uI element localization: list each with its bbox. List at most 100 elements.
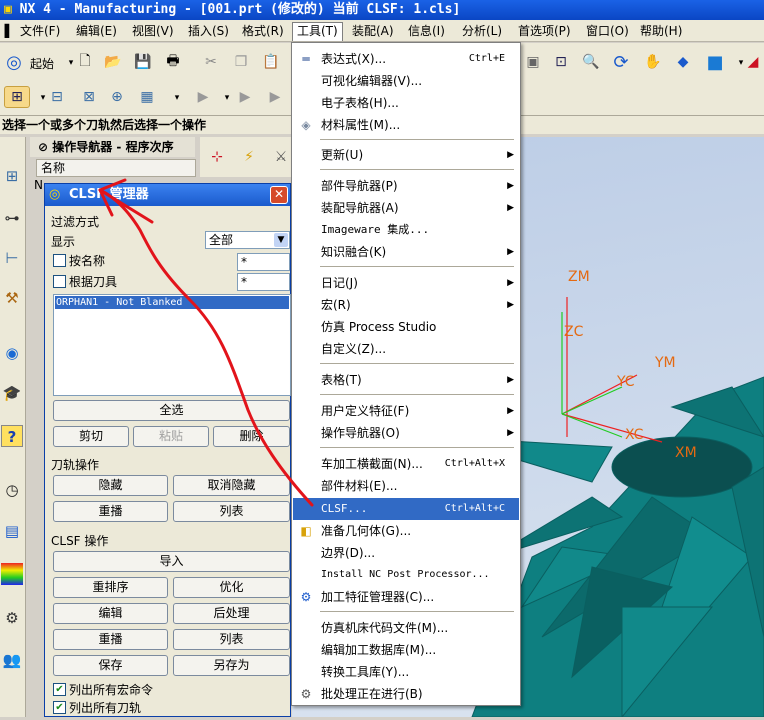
menu-item-user-defined-feature[interactable]: 用户定义特征(F) ▶ bbox=[293, 400, 519, 422]
dialog-close-button[interactable]: ✕ bbox=[270, 186, 288, 204]
replay-button[interactable]: 重播 bbox=[53, 501, 168, 522]
by-name-checkbox[interactable] bbox=[53, 254, 66, 267]
reorder-button[interactable]: 重排序 bbox=[53, 577, 168, 598]
menu-item-process-studio[interactable]: 仿真 Process Studio bbox=[293, 316, 519, 338]
menu-item-boundary[interactable]: 边界(D)... bbox=[293, 542, 519, 564]
method-view-icon[interactable]: ⊕ bbox=[106, 86, 128, 108]
menu-item-operation-navigator[interactable]: 操作导航器(O) ▶ bbox=[293, 422, 519, 444]
by-name-input[interactable]: * bbox=[237, 253, 290, 271]
zoom-window-icon[interactable]: ⊡ bbox=[550, 51, 572, 73]
training-icon[interactable]: 🎓 bbox=[1, 382, 23, 404]
list-paths-checkbox[interactable]: ✔ bbox=[53, 701, 66, 714]
help-icon[interactable]: ? bbox=[1, 425, 23, 447]
replay-path-icon[interactable]: ▶ bbox=[234, 86, 256, 108]
menu-file[interactable]: 文件(F) bbox=[16, 23, 64, 40]
list-macros-checkbox[interactable]: ✔ bbox=[53, 683, 66, 696]
menu-item-visual-editor[interactable]: 可视化编辑器(V)... bbox=[293, 70, 519, 92]
nav-tool-icon-3[interactable]: ⚔ bbox=[270, 146, 292, 168]
save-as-button[interactable]: 另存为 bbox=[173, 655, 290, 676]
machine-tool-view-icon[interactable]: ⊟ bbox=[46, 86, 68, 108]
menu-item-edit-machining-db[interactable]: 编辑加工数据库(M)... bbox=[293, 639, 519, 661]
menu-item-spreadsheet[interactable]: 电子表格(H)... bbox=[293, 92, 519, 114]
new-file-icon[interactable]: 🗋 bbox=[74, 51, 96, 73]
menu-help[interactable]: 帮助(H) bbox=[636, 23, 686, 40]
shaded-view-icon[interactable]: ◆ bbox=[672, 51, 694, 73]
part-color-icon[interactable]: ◢ bbox=[742, 51, 764, 73]
pan-icon[interactable]: ✋ bbox=[642, 51, 664, 73]
copy-icon[interactable]: ❐ bbox=[230, 51, 252, 73]
menu-item-assembly-navigator[interactable]: 装配导航器(A) ▶ bbox=[293, 197, 519, 219]
web-browser-icon[interactable]: ◉ bbox=[1, 342, 23, 364]
edit-button[interactable]: 编辑 bbox=[53, 603, 168, 624]
machine-navigator-icon[interactable]: ⊶ bbox=[1, 207, 23, 229]
operation-navigator-icon[interactable]: ⊞ bbox=[1, 165, 23, 187]
cut-icon[interactable]: ✂ bbox=[200, 51, 222, 73]
select-all-button[interactable]: 全选 bbox=[53, 400, 290, 421]
menu-analysis[interactable]: 分析(L) bbox=[458, 23, 506, 40]
navigator-column-header[interactable]: 名称 bbox=[36, 159, 196, 177]
open-folder-icon[interactable]: 📂 bbox=[102, 51, 124, 73]
menu-item-clsf[interactable]: CLSF... Ctrl+Alt+C bbox=[293, 498, 519, 520]
optimize-button[interactable]: 优化 bbox=[173, 577, 290, 598]
paste-icon[interactable]: 📋 bbox=[260, 51, 282, 73]
geometry-view-icon[interactable]: ⊠ bbox=[78, 86, 100, 108]
palette-icon[interactable] bbox=[1, 563, 23, 585]
by-tool-input[interactable]: * bbox=[237, 273, 290, 291]
print-icon[interactable]: 🖶 bbox=[162, 51, 184, 73]
list-button[interactable]: 列表 bbox=[173, 501, 290, 522]
menu-insert[interactable]: 插入(S) bbox=[184, 23, 233, 40]
nav-tool-icon-1[interactable]: ⊹ bbox=[206, 146, 228, 168]
menu-edit[interactable]: 编辑(E) bbox=[72, 23, 121, 40]
menu-item-journal[interactable]: 日记(J) ▶ bbox=[293, 272, 519, 294]
list-item[interactable]: ORPHAN1 - Not Blanked bbox=[55, 296, 289, 309]
zoom-icon[interactable]: 🔍 bbox=[580, 51, 602, 73]
program-order-view-icon[interactable]: ⊞ bbox=[4, 86, 30, 108]
generate-path-icon[interactable]: ▶ bbox=[192, 86, 214, 108]
cut-button[interactable]: 剪切 bbox=[53, 426, 129, 447]
chevron-down-icon[interactable]: ▼ bbox=[274, 233, 288, 247]
save-icon[interactable]: 💾 bbox=[132, 51, 154, 73]
menu-item-prepare-geometry[interactable]: ◧ 准备几何体(G)... bbox=[293, 520, 519, 542]
part-navigator-icon[interactable]: ⚒ bbox=[1, 287, 23, 309]
toolpath-list[interactable]: ORPHAN1 - Not Blanked bbox=[53, 294, 291, 396]
delete-button[interactable]: 删除 bbox=[213, 426, 290, 447]
start-label[interactable]: 起始 bbox=[30, 55, 54, 72]
system-materials-icon[interactable]: ▤ bbox=[1, 520, 23, 542]
assembly-navigator-icon[interactable]: ⊢ bbox=[1, 247, 23, 269]
menu-item-convert-tool-library[interactable]: 转换工具库(Y)... bbox=[293, 661, 519, 683]
ops-dropdown-icon[interactable]: ▾ bbox=[166, 87, 188, 109]
menu-item-batch-processing[interactable]: ⚙ 批处理正在进行(B) bbox=[293, 683, 519, 705]
menu-tools[interactable]: 工具(T) bbox=[292, 22, 343, 41]
dialog-title-bar[interactable]: ◎ CLSF 管理器 bbox=[45, 184, 290, 206]
fit-view-icon[interactable]: ▣ bbox=[522, 51, 544, 73]
menu-preferences[interactable]: 首选项(P) bbox=[514, 23, 575, 40]
replay-clsf-button[interactable]: 重播 bbox=[53, 629, 168, 650]
menu-item-update[interactable]: 更新(U) ▶ bbox=[293, 144, 519, 166]
list-clsf-button[interactable]: 列表 bbox=[173, 629, 290, 650]
window-title-bar[interactable]: ▣ NX 4 - Manufacturing - [001.prt (修改的) … bbox=[0, 0, 764, 20]
menu-item-feature-manager[interactable]: ⚙ 加工特征管理器(C)... bbox=[293, 586, 519, 608]
save-button[interactable]: 保存 bbox=[53, 655, 168, 676]
roles-icon[interactable]: 👥 bbox=[1, 649, 23, 671]
menu-item-imageware[interactable]: Imageware 集成... bbox=[293, 219, 519, 241]
menu-item-install-post[interactable]: Install NC Post Processor... bbox=[293, 564, 519, 586]
menu-item-table[interactable]: 表格(T) ▶ bbox=[293, 369, 519, 391]
start-icon[interactable]: ◎ bbox=[2, 51, 26, 73]
menu-item-customize[interactable]: 自定义(Z)... bbox=[293, 338, 519, 360]
reuse-library-icon[interactable]: ⚙ bbox=[1, 607, 23, 629]
navigator-row-stub[interactable]: N bbox=[34, 178, 43, 192]
unhide-button[interactable]: 取消隐藏 bbox=[173, 475, 290, 496]
menu-item-part-material[interactable]: 部件材料(E)... bbox=[293, 475, 519, 497]
menu-item-expression[interactable]: ═ 表达式(X)... Ctrl+E bbox=[293, 48, 519, 70]
by-tool-checkbox[interactable] bbox=[53, 275, 66, 288]
hide-button[interactable]: 隐藏 bbox=[53, 475, 168, 496]
import-button[interactable]: 导入 bbox=[53, 551, 290, 572]
display-select[interactable]: 全部 ▼ bbox=[205, 231, 290, 249]
paste-button[interactable]: 粘贴 bbox=[133, 426, 209, 447]
menu-item-material-properties[interactable]: ◈ 材料属性(M)... bbox=[293, 114, 519, 136]
menu-item-part-navigator[interactable]: 部件导航器(P) ▶ bbox=[293, 175, 519, 197]
menu-item-macro[interactable]: 宏(R) ▶ bbox=[293, 294, 519, 316]
menu-view[interactable]: 视图(V) bbox=[128, 23, 178, 40]
verify-path-icon[interactable]: ▶ bbox=[264, 86, 286, 108]
menu-window[interactable]: 窗口(O) bbox=[582, 23, 633, 40]
